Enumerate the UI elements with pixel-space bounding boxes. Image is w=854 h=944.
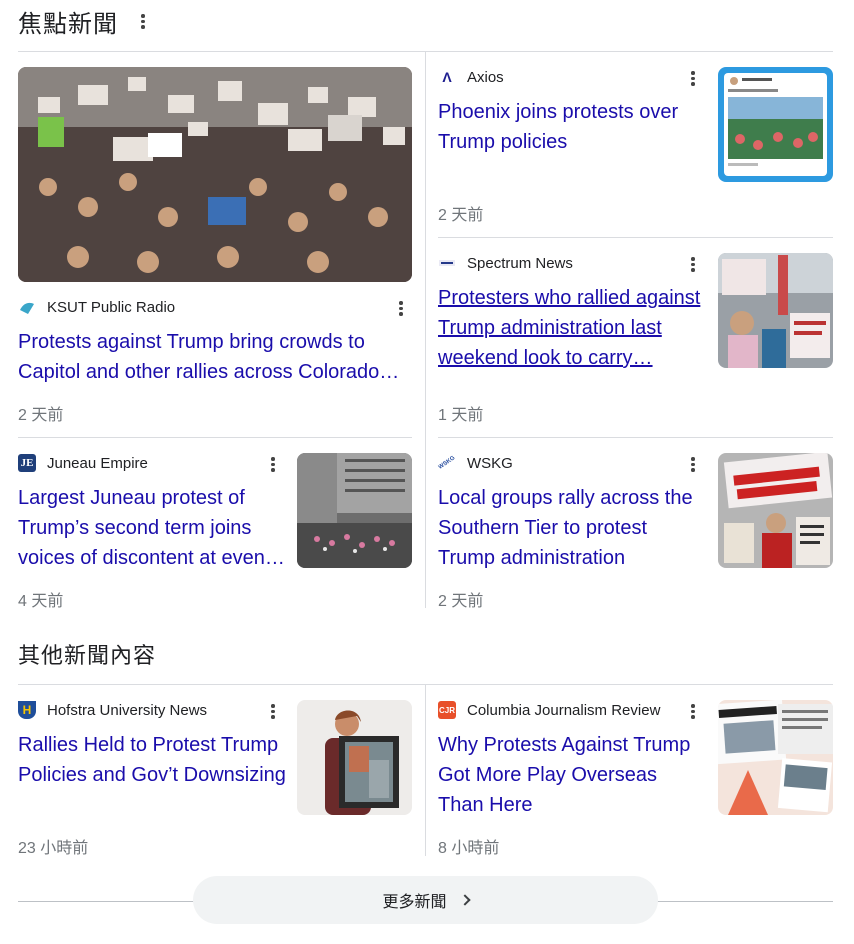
story-headline[interactable]: Phoenix joins protests over Trump polici…	[438, 97, 700, 157]
story-time: 2 天前	[438, 207, 484, 224]
more-news-title: 其他新聞內容	[18, 643, 157, 668]
story-options-icon[interactable]	[688, 457, 698, 472]
story-card-wskg[interactable]: WSKG WSKG Local groups rally across the …	[434, 450, 833, 613]
story-thumbnail[interactable]	[297, 453, 412, 568]
story-options-icon[interactable]	[688, 257, 698, 272]
column-divider	[425, 51, 426, 608]
source-name: Axios	[467, 68, 504, 86]
ksut-logo-icon	[18, 298, 36, 316]
story-thumbnail[interactable]	[297, 700, 412, 815]
story-headline[interactable]: Protests against Trump bring crowds to C…	[18, 327, 412, 387]
story-time: 2 天前	[438, 593, 484, 610]
story-headline[interactable]: Local groups rally across the Southern T…	[438, 483, 706, 573]
story-time: 8 小時前	[438, 840, 500, 857]
divider	[438, 237, 833, 238]
featured-story-card[interactable]: KSUT Public Radio Protests against Trump…	[18, 67, 412, 427]
story-thumbnail[interactable]	[718, 67, 833, 182]
column-divider	[425, 684, 426, 856]
story-thumbnail[interactable]	[718, 700, 833, 815]
chevron-right-icon	[458, 894, 471, 906]
divider	[18, 437, 412, 438]
featured-story-image[interactable]	[18, 67, 412, 282]
hofstra-logo-icon: H	[18, 701, 36, 719]
divider	[438, 437, 833, 438]
story-thumbnail[interactable]	[718, 453, 833, 568]
story-time: 1 天前	[438, 407, 484, 424]
more-news-bar: 更多新聞	[18, 876, 833, 924]
source-cjr: CJR Columbia Journalism Review	[438, 700, 660, 720]
story-options-icon[interactable]	[688, 704, 698, 719]
story-options-icon[interactable]	[268, 457, 278, 472]
source-name: Hofstra University News	[47, 701, 208, 719]
story-options-icon[interactable]	[396, 301, 406, 316]
story-thumbnail[interactable]	[718, 253, 833, 368]
story-card-spectrum[interactable]: Spectrum News Protesters who rallied aga…	[438, 253, 833, 424]
more-news-button[interactable]: 更多新聞	[193, 876, 658, 924]
more-news-header: 其他新聞內容	[18, 638, 156, 670]
more-options-icon[interactable]	[138, 14, 148, 29]
axios-logo-icon: Λ	[438, 68, 456, 86]
cjr-logo-icon: CJR	[438, 701, 456, 719]
story-headline[interactable]: Why Protests Against Trump Got More Play…	[438, 730, 706, 820]
spectrum-logo-icon	[438, 254, 456, 272]
story-card-cjr[interactable]: CJR Columbia Journalism Review Why Prote…	[438, 700, 833, 860]
story-time: 23 小時前	[18, 840, 89, 857]
story-headline[interactable]: Protesters who rallied against Trump adm…	[438, 283, 706, 373]
source-name: KSUT Public Radio	[47, 298, 176, 316]
source-ksut: KSUT Public Radio	[18, 297, 175, 317]
source-wskg: WSKG WSKG	[434, 450, 513, 476]
story-options-icon[interactable]	[268, 704, 278, 719]
juneau-logo-icon: JE	[18, 454, 36, 472]
story-options-icon[interactable]	[688, 71, 698, 86]
story-time: 2 天前	[18, 407, 64, 424]
top-stories-title: 焦點新聞	[18, 11, 118, 38]
story-card-hofstra[interactable]: H Hofstra University News Rallies Held t…	[18, 700, 412, 860]
story-headline[interactable]: Rallies Held to Protest Trump Policies a…	[18, 730, 286, 790]
more-news-label: 更多新聞	[382, 894, 447, 911]
source-name: Juneau Empire	[47, 454, 148, 472]
source-hofstra: H Hofstra University News	[18, 700, 207, 720]
wskg-logo-icon: WSKG	[434, 450, 460, 476]
story-card-axios[interactable]: Λ Axios Phoenix joins protests over Trum…	[438, 67, 833, 227]
source-name: Columbia Journalism Review	[467, 701, 661, 719]
story-card-juneau[interactable]: JE Juneau Empire Largest Juneau protest …	[18, 453, 412, 613]
story-time: 4 天前	[18, 593, 64, 610]
source-juneau: JE Juneau Empire	[18, 453, 148, 473]
story-headline[interactable]: Largest Juneau protest of Trump’s second…	[18, 483, 286, 573]
source-spectrum: Spectrum News	[438, 253, 573, 273]
top-stories-header: 焦點新聞	[18, 4, 148, 39]
source-name: WSKG	[467, 454, 513, 472]
source-axios: Λ Axios	[438, 67, 504, 87]
source-name: Spectrum News	[467, 254, 573, 272]
